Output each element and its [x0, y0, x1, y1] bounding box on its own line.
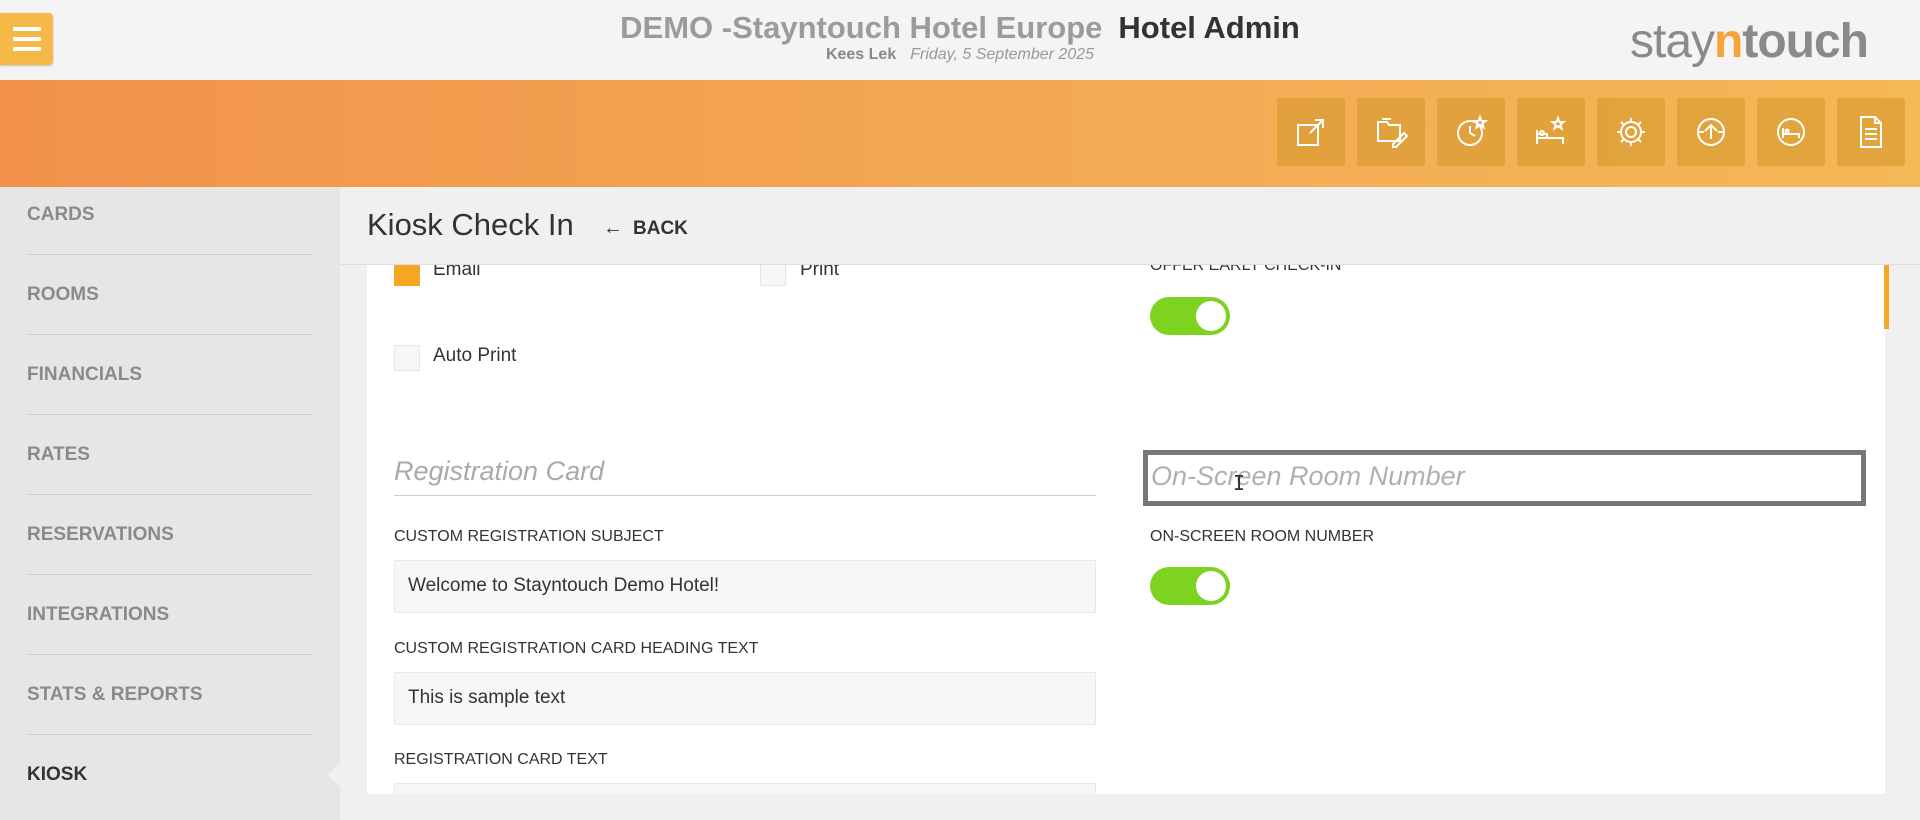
- on-screen-room-number-input[interactable]: On-Screen Room Number: [1143, 450, 1866, 506]
- early-checkin-toggle[interactable]: [1150, 297, 1230, 335]
- clock-star-button[interactable]: [1437, 98, 1505, 166]
- email-label: Email: [433, 265, 481, 280]
- top-header: DEMO -Stayntouch Hotel Europe Hotel Admin…: [0, 0, 1920, 80]
- sidebar-item-rooms[interactable]: ROOMS: [27, 255, 313, 335]
- gear-icon: [1617, 118, 1645, 146]
- auto-print-checkbox[interactable]: [394, 345, 420, 371]
- document-button[interactable]: [1837, 98, 1905, 166]
- orange-header-band: [0, 80, 1920, 187]
- external-link-button[interactable]: [1277, 98, 1345, 166]
- arrow-left-icon: ←: [603, 217, 623, 239]
- bed-star-icon: [1536, 115, 1567, 144]
- user-name: Kees Lek: [825, 46, 897, 63]
- settings-button[interactable]: [1597, 98, 1665, 166]
- sidebar-item-kiosk[interactable]: KIOSK: [27, 735, 313, 815]
- stayntouch-logo: stayntouch: [1630, 15, 1869, 68]
- sidebar-item-stats-reports[interactable]: STATS & REPORTS: [27, 655, 313, 735]
- sidebar-item-cards[interactable]: CARDS: [27, 187, 313, 255]
- print-label: Print: [800, 265, 840, 280]
- scrollbar-thumb[interactable]: [1884, 265, 1889, 329]
- registration-card-section-title: Registration Card: [394, 450, 1096, 496]
- text-cursor-icon: I: [1233, 471, 1246, 495]
- registration-card-text-label: REGISTRATION CARD TEXT: [394, 751, 608, 768]
- external-link-icon: [1297, 119, 1324, 146]
- sidebar-item-rates[interactable]: RATES: [27, 415, 313, 495]
- custom-registration-subject-label: CUSTOM REGISTRATION SUBJECT: [394, 528, 664, 545]
- registration-heading-input[interactable]: This is sample text: [394, 672, 1096, 725]
- registration-card-text-input[interactable]: [394, 783, 1096, 794]
- sidebar: CARDS ROOMS FINANCIALS RATES RESERVATION…: [0, 187, 340, 820]
- sidebar-item-reservations[interactable]: RESERVATIONS: [27, 495, 313, 575]
- toolbar: [1277, 98, 1905, 166]
- page-title: Kiosk Check In: [367, 207, 574, 242]
- document-icon: [1860, 116, 1882, 148]
- clock-star-icon: [1457, 114, 1489, 146]
- registration-heading-label: CUSTOM REGISTRATION CARD HEADING TEXT: [394, 640, 759, 657]
- kiosk-settings-panel: Email Print Auto Print OFFER EARLY CHECK…: [367, 265, 1885, 794]
- back-button[interactable]: ← BACK: [603, 217, 688, 240]
- hotel-name: DEMO -Stayntouch Hotel Europe: [620, 10, 1103, 45]
- print-checkbox[interactable]: [760, 265, 786, 286]
- back-label: BACK: [633, 217, 688, 239]
- auto-print-label: Auto Print: [433, 345, 517, 366]
- section-name: Hotel Admin: [1118, 10, 1300, 45]
- bed-button[interactable]: [1757, 98, 1825, 166]
- sidebar-item-integrations[interactable]: INTEGRATIONS: [27, 575, 313, 655]
- active-item-pointer: [328, 762, 340, 788]
- email-checkbox[interactable]: [394, 265, 420, 286]
- on-screen-room-number-toggle[interactable]: [1150, 567, 1230, 605]
- early-checkin-label: OFFER EARLY CHECK-IN: [1150, 265, 1342, 274]
- folder-edit-icon: [1377, 118, 1409, 148]
- toggle-knob: [1196, 571, 1226, 601]
- page-header: Kiosk Check In ← BACK: [340, 187, 1920, 265]
- custom-registration-subject-input[interactable]: Welcome to Stayntouch Demo Hotel!: [394, 560, 1096, 613]
- folder-edit-button[interactable]: [1357, 98, 1425, 166]
- bed-icon: [1777, 118, 1805, 146]
- current-date: Friday, 5 September 2025: [910, 46, 1095, 63]
- sidebar-item-financials[interactable]: FINANCIALS: [27, 335, 313, 415]
- bed-star-button[interactable]: [1517, 98, 1585, 166]
- toggle-knob: [1196, 301, 1226, 331]
- upload-button[interactable]: [1677, 98, 1745, 166]
- upload-icon: [1697, 118, 1725, 146]
- on-screen-room-number-label: ON-SCREEN ROOM NUMBER: [1150, 528, 1375, 545]
